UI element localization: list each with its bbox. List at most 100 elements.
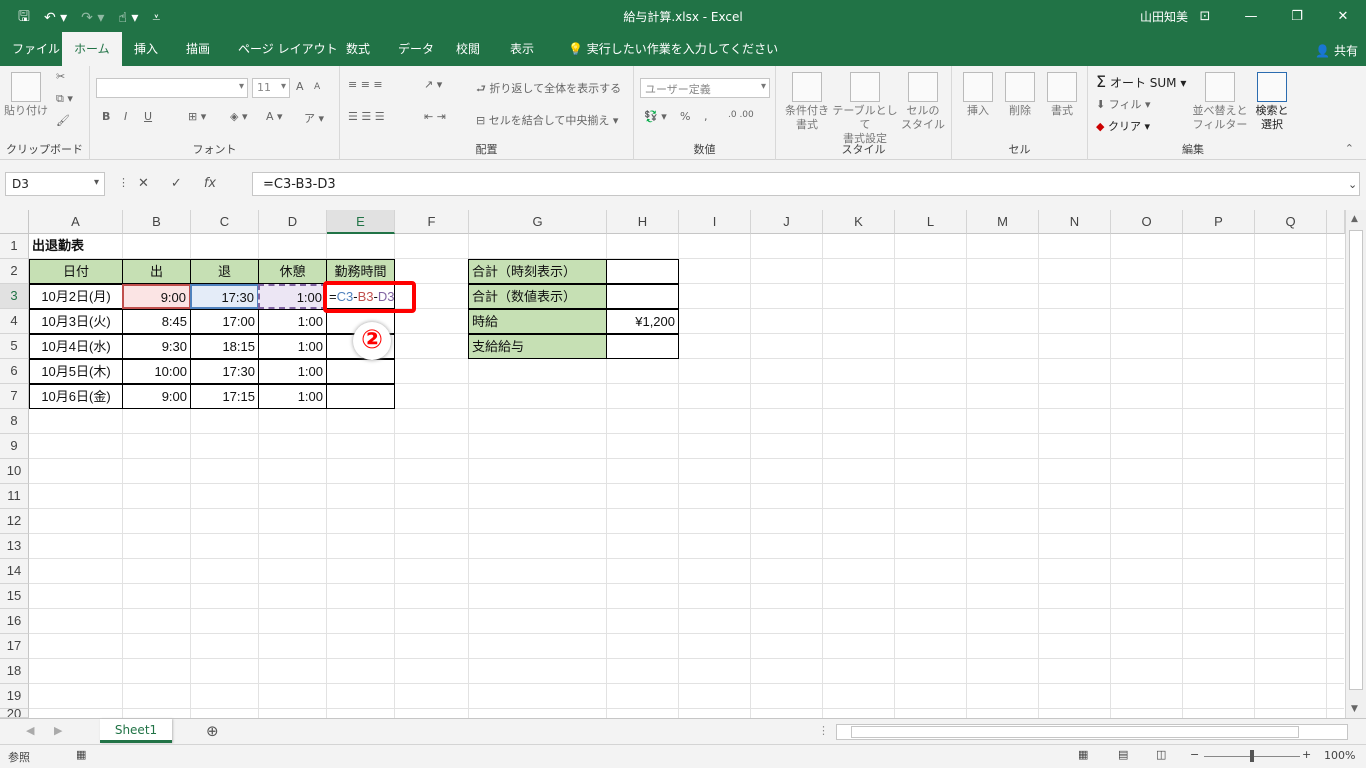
row-header-13[interactable]: 13 bbox=[0, 534, 29, 559]
cell-c5[interactable]: 18:15 bbox=[190, 334, 259, 359]
tab-split-icon[interactable]: ⋮ bbox=[818, 724, 829, 737]
horizontal-scrollbar[interactable] bbox=[836, 724, 1348, 740]
format-cells-button[interactable]: 書式 bbox=[1042, 72, 1082, 118]
underline-button[interactable]: U bbox=[144, 110, 152, 123]
column-header-b[interactable]: B bbox=[123, 210, 191, 234]
zoom-out-icon[interactable]: − bbox=[1190, 748, 1199, 761]
font-size-combo[interactable]: 11 bbox=[252, 78, 290, 98]
enter-icon[interactable]: ✓ bbox=[171, 176, 182, 191]
cell-a4[interactable]: 10月3日(火) bbox=[29, 309, 123, 334]
cell-d7[interactable]: 1:00 bbox=[258, 384, 327, 409]
close-button[interactable]: ✕ bbox=[1320, 0, 1366, 32]
tab-formulas[interactable]: 数式 bbox=[334, 32, 382, 66]
cell-b7[interactable]: 9:00 bbox=[122, 384, 191, 409]
paste-button[interactable]: 貼り付け bbox=[4, 72, 48, 118]
summary-value-total-time[interactable] bbox=[606, 259, 679, 284]
column-header-m[interactable]: M bbox=[967, 210, 1039, 234]
sheet-tab-sheet1[interactable]: Sheet1 bbox=[100, 719, 172, 743]
row-header-5[interactable]: 5 bbox=[0, 334, 29, 359]
format-painter-icon[interactable]: 🖌 bbox=[56, 114, 70, 127]
cell-d4[interactable]: 1:00 bbox=[258, 309, 327, 334]
cell-a5[interactable]: 10月4日(水) bbox=[29, 334, 123, 359]
cell-styles-button[interactable]: セルの スタイル bbox=[898, 72, 948, 132]
row-header-15[interactable]: 15 bbox=[0, 584, 29, 609]
row-header-18[interactable]: 18 bbox=[0, 659, 29, 684]
orientation-icon[interactable]: ↗ ▾ bbox=[424, 78, 442, 91]
expand-formula-icon[interactable]: ⌄ bbox=[1348, 178, 1357, 191]
cell-a7[interactable]: 10月6日(金) bbox=[29, 384, 123, 409]
cut-icon[interactable]: ✂ bbox=[56, 70, 65, 83]
find-select-button[interactable]: 検索と 選択 bbox=[1250, 72, 1294, 132]
tab-insert[interactable]: 挿入 bbox=[122, 32, 170, 66]
phonetic-icon[interactable]: ア ▾ bbox=[304, 110, 324, 126]
fill-color-icon[interactable]: ◈ ▾ bbox=[230, 110, 247, 123]
cell-a6[interactable]: 10月5日(木) bbox=[29, 359, 123, 384]
zoom-level[interactable]: 100% bbox=[1324, 749, 1355, 762]
percent-button[interactable]: % bbox=[680, 110, 690, 123]
cell-c7[interactable]: 17:15 bbox=[190, 384, 259, 409]
clear-button[interactable]: ◆ クリア ▾ bbox=[1096, 118, 1150, 134]
cell-d2-header[interactable]: 休憩 bbox=[258, 259, 327, 284]
page-break-view-icon[interactable]: ◫ bbox=[1156, 748, 1166, 761]
collapse-ribbon-icon[interactable]: ⌃ bbox=[1345, 142, 1354, 155]
summary-value-total-number[interactable] bbox=[606, 284, 679, 309]
summary-value-hourly-wage[interactable]: ¥1,200 bbox=[606, 309, 679, 334]
autosum-button[interactable]: Σ オート SUM ▾ bbox=[1096, 72, 1186, 91]
row-header-4[interactable]: 4 bbox=[0, 309, 29, 334]
formula-input[interactable]: =C3-B3-D3 bbox=[252, 172, 1360, 196]
wrap-text-button[interactable]: ⮐ 折り返して全体を表示する bbox=[476, 80, 621, 99]
cell-d6[interactable]: 1:00 bbox=[258, 359, 327, 384]
next-sheet-icon[interactable]: ▶ bbox=[54, 724, 62, 737]
zoom-in-icon[interactable]: + bbox=[1302, 748, 1311, 761]
scroll-up-icon[interactable]: ▲ bbox=[1351, 214, 1358, 224]
cell-a1-title[interactable]: 出退勤表 bbox=[29, 234, 87, 259]
row-header-17[interactable]: 17 bbox=[0, 634, 29, 659]
column-header-d[interactable]: D bbox=[259, 210, 327, 234]
tab-review[interactable]: 校閲 bbox=[444, 32, 492, 66]
column-header-partial[interactable] bbox=[1327, 210, 1345, 234]
page-layout-view-icon[interactable]: ▤ bbox=[1118, 748, 1128, 761]
delete-cells-button[interactable]: 削除 bbox=[1000, 72, 1040, 118]
user-name[interactable]: 山田知美 bbox=[1140, 8, 1188, 25]
column-header-c[interactable]: C bbox=[191, 210, 259, 234]
column-header-a[interactable]: A bbox=[29, 210, 123, 234]
summary-label-pay[interactable]: 支給給与 bbox=[468, 334, 607, 359]
tab-view[interactable]: 表示 bbox=[498, 32, 546, 66]
new-sheet-icon[interactable]: ⊕ bbox=[206, 722, 219, 740]
vertical-scrollbar[interactable]: ▲ ▼ bbox=[1345, 210, 1366, 718]
font-name-combo[interactable] bbox=[96, 78, 248, 98]
comma-button[interactable]: , bbox=[704, 110, 708, 123]
column-header-f[interactable]: F bbox=[395, 210, 469, 234]
column-header-q[interactable]: Q bbox=[1255, 210, 1327, 234]
font-color-icon[interactable]: A ▾ bbox=[266, 110, 283, 123]
decimal-icon[interactable]: .0 .00 bbox=[728, 110, 754, 120]
italic-button[interactable]: I bbox=[124, 110, 127, 123]
column-header-o[interactable]: O bbox=[1111, 210, 1183, 234]
cell-e6[interactable] bbox=[326, 359, 395, 384]
merge-center-button[interactable]: ⊟ セルを結合して中央揃え ▾ bbox=[476, 112, 618, 128]
insert-function-icon[interactable]: fx bbox=[204, 176, 216, 191]
align-left-icon[interactable]: ☰ ☰ ☰ bbox=[348, 110, 385, 123]
insert-cells-button[interactable]: 挿入 bbox=[958, 72, 998, 118]
tab-page-layout[interactable]: ページ レイアウト bbox=[226, 32, 350, 66]
column-header-i[interactable]: I bbox=[679, 210, 751, 234]
column-header-j[interactable]: J bbox=[751, 210, 823, 234]
column-header-h[interactable]: H bbox=[607, 210, 679, 234]
tab-home[interactable]: ホーム bbox=[62, 32, 122, 66]
column-header-l[interactable]: L bbox=[895, 210, 967, 234]
row-header-6[interactable]: 6 bbox=[0, 359, 29, 384]
cell-d3-ref[interactable]: 1:00 bbox=[258, 284, 327, 309]
cell-a3[interactable]: 10月2日(月) bbox=[29, 284, 123, 309]
cell-e7[interactable] bbox=[326, 384, 395, 409]
minimize-button[interactable]: — bbox=[1228, 0, 1274, 32]
format-as-table-button[interactable]: テーブルとして 書式設定 bbox=[832, 72, 898, 146]
row-header-19[interactable]: 19 bbox=[0, 684, 29, 709]
sort-filter-button[interactable]: 並べ替えと フィルター bbox=[1192, 72, 1248, 132]
cancel-icon[interactable]: ✕ bbox=[138, 176, 149, 191]
cell-b3-ref[interactable]: 9:00 bbox=[122, 284, 191, 309]
cell-c6[interactable]: 17:30 bbox=[190, 359, 259, 384]
zoom-slider-thumb[interactable] bbox=[1250, 750, 1254, 762]
cell-c4[interactable]: 17:00 bbox=[190, 309, 259, 334]
macro-record-icon[interactable]: ▦ bbox=[76, 748, 86, 761]
cell-d5[interactable]: 1:00 bbox=[258, 334, 327, 359]
